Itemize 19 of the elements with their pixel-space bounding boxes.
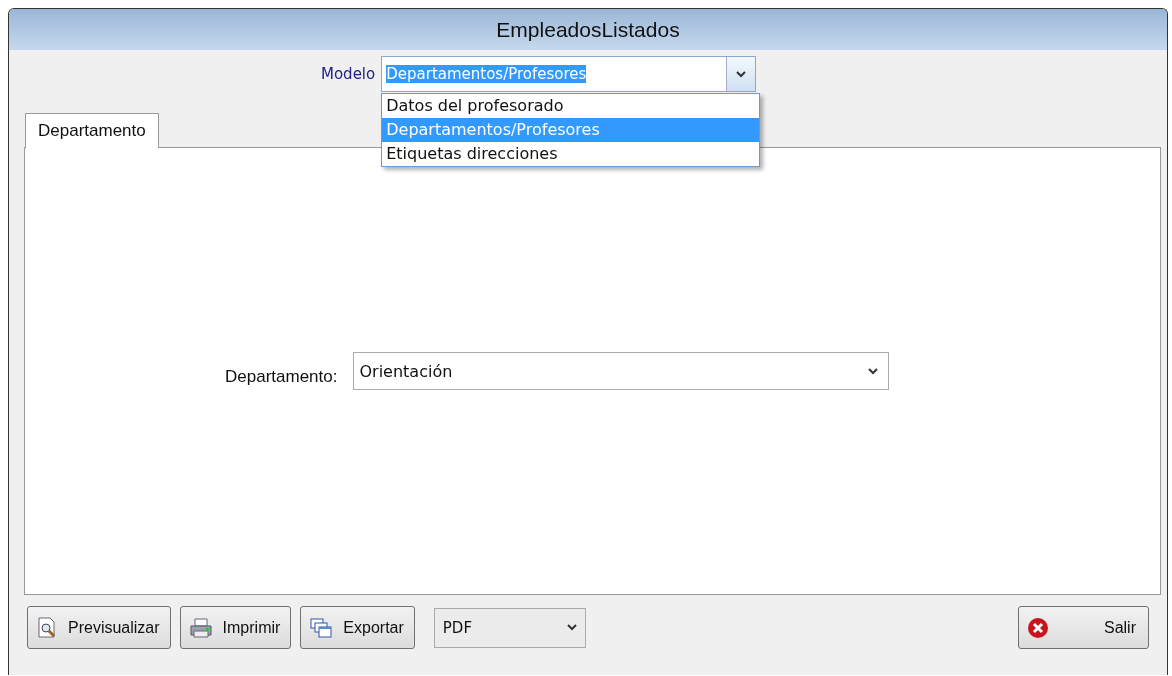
dropdown-caret-icon [736, 70, 747, 78]
windows-icon [309, 616, 334, 639]
tab[interactable]: Departamento [25, 113, 159, 148]
printer-icon [188, 616, 213, 639]
field-label: Departamento: [225, 367, 338, 387]
caret-icon [566, 624, 577, 631]
window-title: EmpleadosListados [9, 9, 1167, 50]
format-dropdown[interactable]: PDF [433, 607, 586, 648]
model-label: Modelo [321, 65, 376, 83]
exit-button[interactable]: Salir [1018, 606, 1149, 649]
action-button[interactable]: Imprimir [179, 606, 292, 649]
caret-icon [868, 367, 879, 375]
department-dropdown[interactable]: Orientación [353, 352, 890, 390]
action-button[interactable]: Exportar [300, 606, 415, 649]
dropdown-option[interactable]: Datos del profesorado [382, 94, 760, 118]
magnifier-page-icon [36, 616, 58, 639]
action-button[interactable]: Previsualizar [27, 606, 171, 649]
close-icon [1027, 616, 1049, 639]
dropdown-option[interactable]: Etiquetas direcciones [382, 142, 760, 166]
